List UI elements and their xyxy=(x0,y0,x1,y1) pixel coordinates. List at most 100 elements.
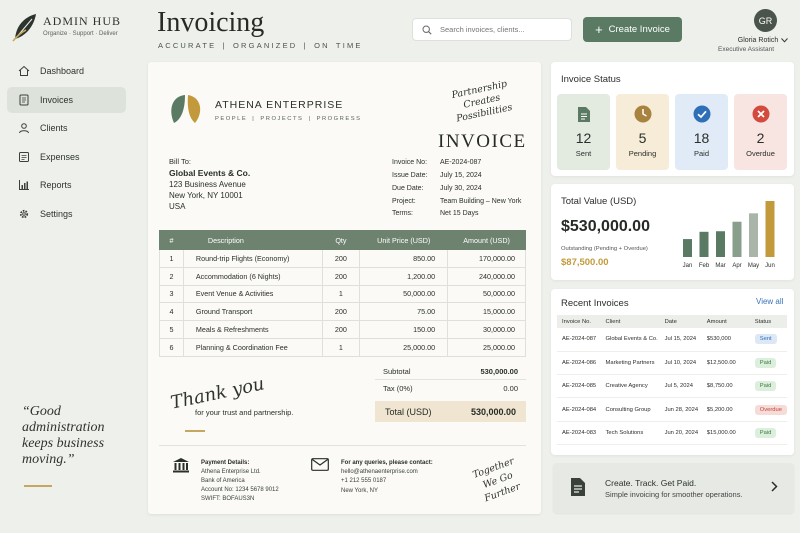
column-header: Status xyxy=(749,315,787,328)
brand[interactable]: ADMIN HUB Organize · Support · Deliver xyxy=(12,12,121,42)
user-icon xyxy=(17,122,30,135)
clock-icon xyxy=(633,104,653,124)
meta-due-date: Due Date: July 30, 2024 xyxy=(392,185,482,192)
receipt-icon xyxy=(17,150,30,163)
gear-icon xyxy=(17,207,30,220)
meta-project: Project: Team Building – New York xyxy=(392,198,522,205)
total-value-title: Total Value (USD) xyxy=(561,196,637,207)
sidebar-item-invoices[interactable]: Invoices xyxy=(7,86,126,113)
column-header: Qty xyxy=(321,230,361,250)
column-header: Invoice No. xyxy=(557,315,601,328)
chart-tick-label: Jun xyxy=(765,263,775,269)
chart-bar-feb xyxy=(699,231,709,257)
create-invoice-button[interactable]: + Create Invoice xyxy=(583,17,682,42)
mail-icon xyxy=(311,458,329,471)
table-row: 2 Accommodation (6 Nights) 200 1,200.00 240,… xyxy=(159,266,526,286)
column-header: Amount (USD) xyxy=(447,230,526,250)
recent-invoices-table: Invoice No. Client Date Amount Status AE… xyxy=(557,315,787,445)
bar-chart-icon xyxy=(17,179,30,192)
status-tile-overdue[interactable]: 2 Overdue xyxy=(734,94,787,170)
totals-divider xyxy=(375,379,526,380)
brand-tagline: Organize · Support · Deliver xyxy=(43,31,118,37)
table-row: 4 Ground Transport 200 75.00 15,000.00 xyxy=(159,302,526,322)
chevron-down-icon[interactable] xyxy=(781,38,788,43)
status-tile-sent[interactable]: 12 Sent xyxy=(557,94,610,170)
search-input[interactable] xyxy=(440,25,560,34)
invoice-status-panel: Invoice Status 12 Sent 5 Pending 18 Paid xyxy=(551,62,794,176)
contact-details: For any queries, please contact: hello@a… xyxy=(341,460,433,494)
sidebar-nav: Dashboard Invoices Clients Expenses Repo… xyxy=(7,58,126,229)
leaf-logo-icon xyxy=(12,14,36,42)
status-tiles: 12 Sent 5 Pending 18 Paid 2 Overdue xyxy=(557,94,787,170)
chart-tick-label: May xyxy=(748,263,759,269)
cta-card[interactable]: Create. Track. Get Paid. Simple invoicin… xyxy=(553,463,794,513)
user-name: Gloria Rotich xyxy=(737,37,779,44)
status-tile-paid[interactable]: 18 Paid xyxy=(675,94,728,170)
cta-title: Create. Track. Get Paid. xyxy=(605,478,697,488)
x-icon xyxy=(751,104,771,124)
chart-bar-apr xyxy=(732,221,742,257)
bill-to-country: USA xyxy=(169,202,186,211)
sidebar-item-dashboard[interactable]: Dashboard xyxy=(7,58,126,84)
sidebar-item-settings[interactable]: Settings xyxy=(7,201,126,227)
sidebar-item-label: Dashboard xyxy=(40,66,85,76)
plus-icon: + xyxy=(595,21,603,37)
chart-tick-label: Feb xyxy=(699,263,710,269)
document-icon xyxy=(17,93,30,106)
total-value-amount: $530,000.00 xyxy=(561,218,650,235)
table-row[interactable]: AE-2024-085 Creative Agency Jul 5, 2024 $8,… xyxy=(557,374,787,399)
sidebar-item-label: Clients xyxy=(40,123,68,133)
total-value-panel: Total Value (USD) $530,000.00 Outstandin… xyxy=(551,184,794,280)
page-title: Invoicing xyxy=(157,7,265,38)
footer-script-slogan: Together We Go Further xyxy=(471,455,522,505)
view-all-link[interactable]: View all xyxy=(756,297,783,306)
bill-to-address-1: 123 Business Avenue xyxy=(169,180,246,189)
recent-invoices-panel: Recent Invoices View all Invoice No. Cli… xyxy=(551,289,794,455)
sidebar-item-label: Invoices xyxy=(40,94,74,105)
outstanding-label: Outstanding (Pending + Overdue) xyxy=(561,246,648,252)
status-tile-pending[interactable]: 5 Pending xyxy=(616,94,669,170)
recent-invoices-header: Invoice No. Client Date Amount Status xyxy=(557,315,787,328)
payment-details: Payment Details: Athena Enterprise Ltd. … xyxy=(201,460,279,502)
sidebar-item-expenses[interactable]: Expenses xyxy=(7,144,126,170)
table-row[interactable]: AE-2024-084 Consulting Group Jun 28, 2024 $… xyxy=(557,397,787,422)
search-box[interactable] xyxy=(412,18,572,41)
invoice-company-name: ATHENA ENTERPRISE xyxy=(215,99,344,111)
line-items-table: # Description Qty Unit Price (USD) Amoun… xyxy=(159,230,526,357)
bank-icon xyxy=(173,458,189,473)
user-role: Executive Assistant xyxy=(718,46,774,53)
sidebar-item-reports[interactable]: Reports xyxy=(7,172,126,198)
invoice-status-title: Invoice Status xyxy=(561,74,621,85)
column-header: Unit Price (USD) xyxy=(359,230,449,250)
bill-to-label: Bill To: xyxy=(169,157,191,166)
column-header: Client xyxy=(600,315,660,328)
chevron-right-icon[interactable] xyxy=(771,481,778,492)
sidebar-item-label: Expenses xyxy=(40,151,80,162)
invoice-company-tagline: PEOPLE | PROJECTS | PROGRESS xyxy=(215,116,362,122)
document-icon xyxy=(571,478,585,496)
table-row[interactable]: AE-2024-086 Marketing Partners Jul 10, 202… xyxy=(557,351,787,376)
sidebar: ADMIN HUB Organize · Support · Deliver D… xyxy=(0,0,140,533)
invoice-document: ATHENA ENTERPRISE PEOPLE | PROJECTS | PR… xyxy=(148,62,541,514)
column-header: Date xyxy=(659,315,702,328)
table-row[interactable]: AE-2024-087 Global Events & Co. Jul 15, 20… xyxy=(557,328,787,352)
create-invoice-label: Create Invoice xyxy=(608,24,670,35)
chart-tick-label: Apr xyxy=(732,263,741,269)
table-row: 1 Round-trip Flights (Economy) 200 850.00 17… xyxy=(159,249,526,268)
sidebar-item-clients[interactable]: Clients xyxy=(7,115,126,141)
sidebar-quote: “Good administration keeps business movi… xyxy=(22,404,105,467)
cta-subtitle: Simple invoicing for smoother operations… xyxy=(605,490,743,499)
chart-bar-mar xyxy=(716,231,725,257)
status-badge: Paid xyxy=(754,381,777,392)
subtotal-row: Subtotal 530,000.00 xyxy=(383,367,518,376)
sidebar-item-label: Reports xyxy=(40,180,72,190)
invoice-heading: INVOICE xyxy=(438,131,527,152)
chart-tick-label: Jan xyxy=(683,263,693,269)
chart-bar-jun xyxy=(765,201,775,257)
avatar[interactable]: GR xyxy=(754,9,777,32)
table-row: 6 Planning & Coordination Fee 1 25,000.00 25… xyxy=(159,337,526,357)
outstanding-amount: $87,500.00 xyxy=(561,257,609,268)
table-row[interactable]: AE-2024-083 Tech Solutions Jun 20, 2024 $15… xyxy=(557,421,787,445)
tax-row: Tax (0%) 0.00 xyxy=(383,384,518,393)
status-badge: Overdue xyxy=(754,404,787,415)
